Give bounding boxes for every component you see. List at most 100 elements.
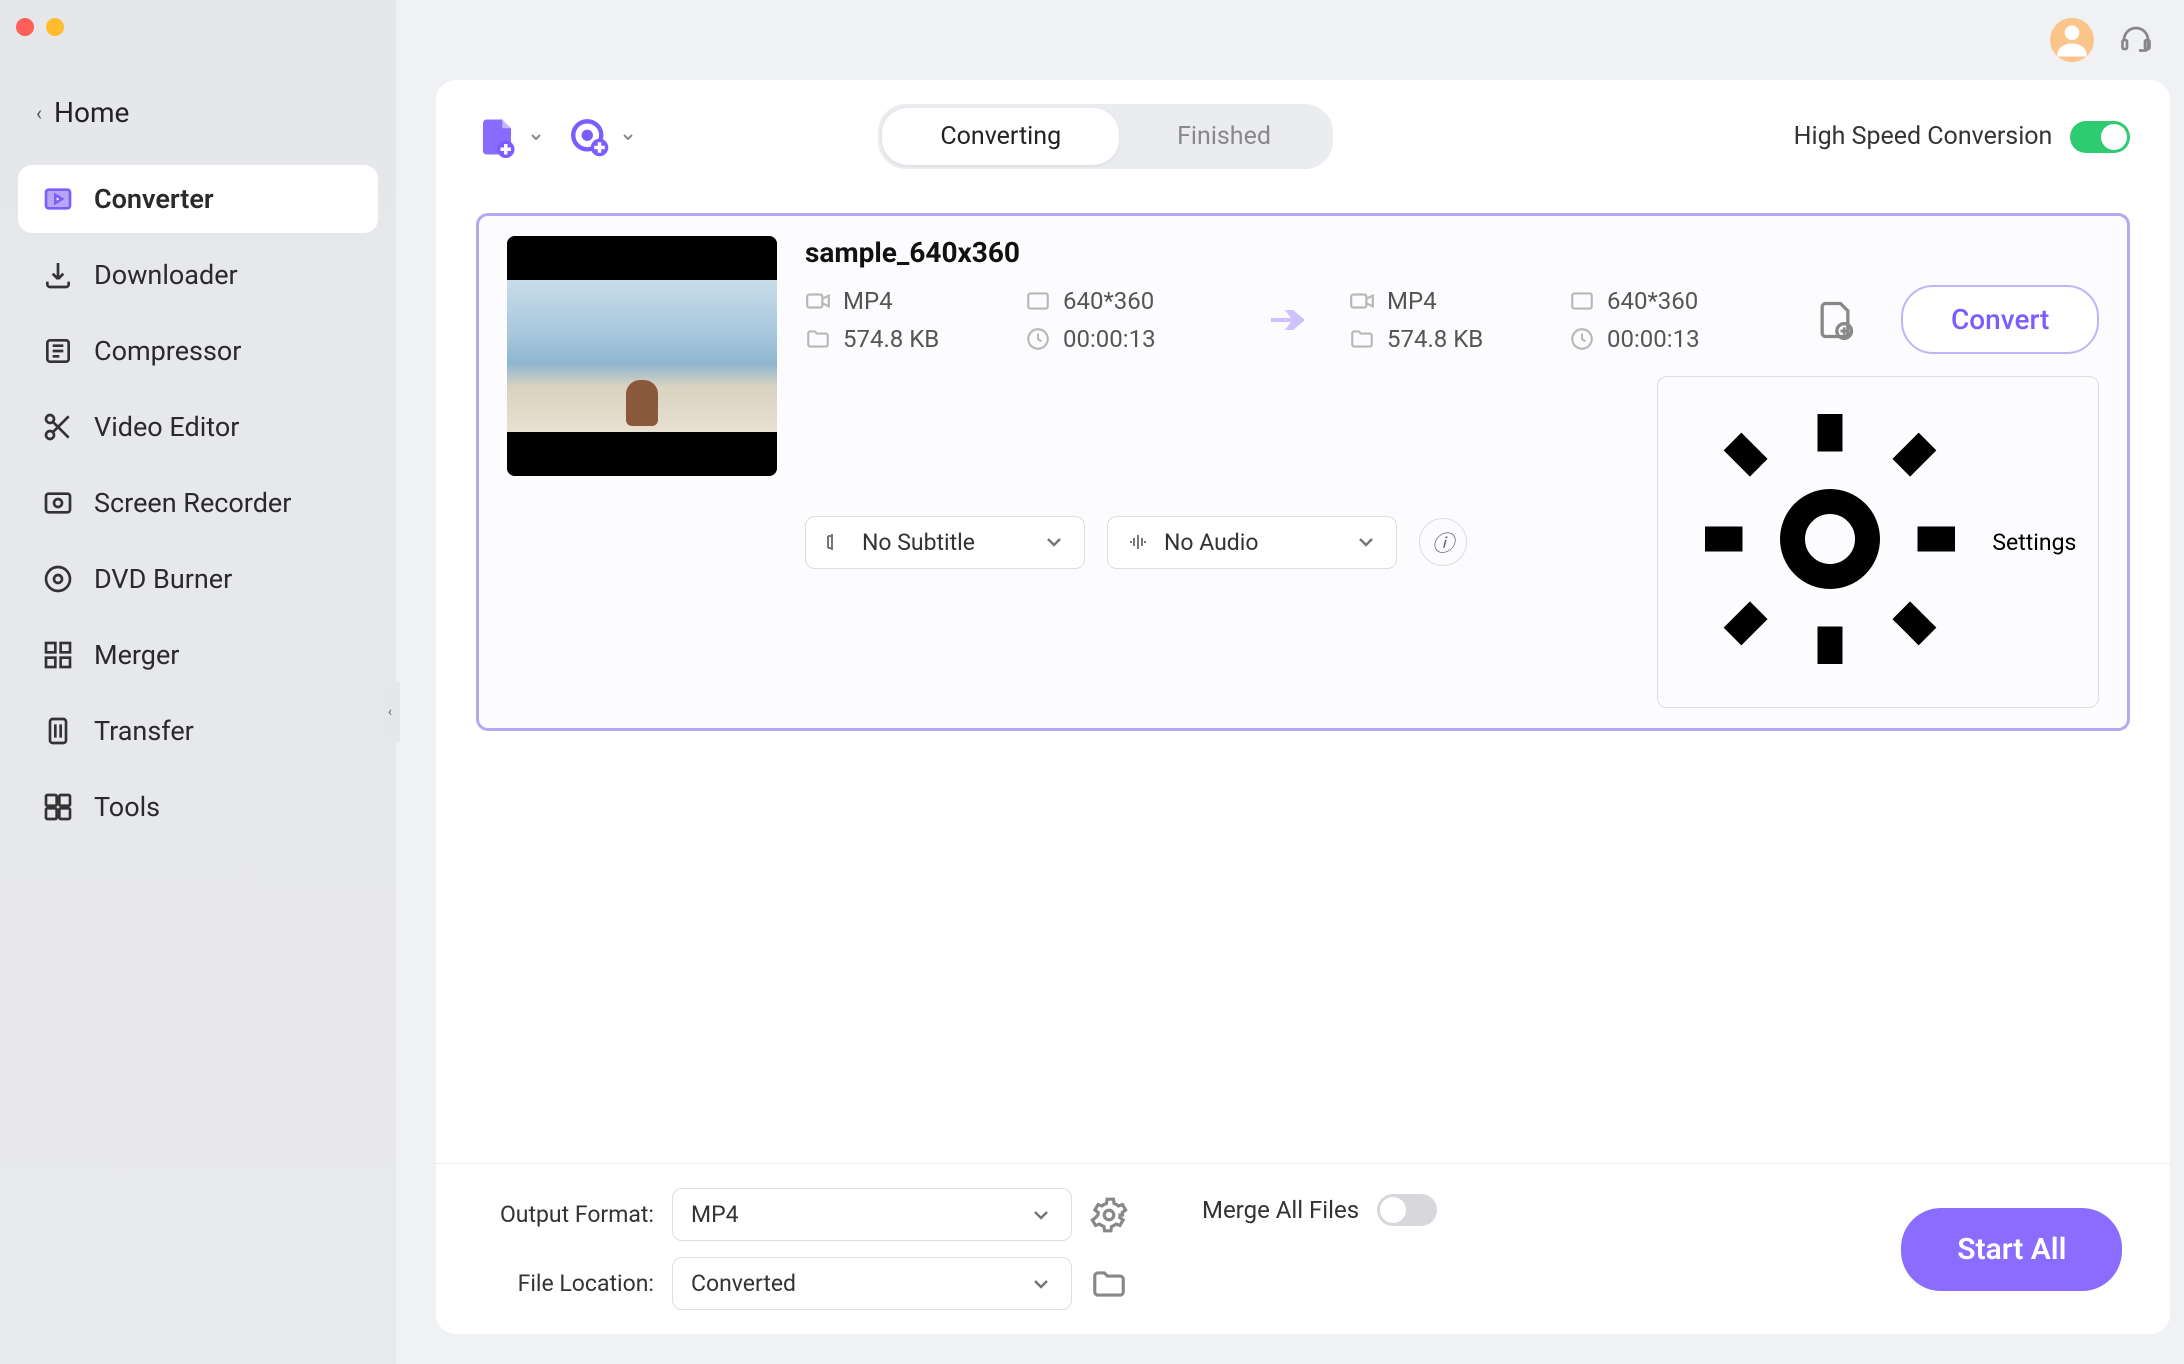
file-location-label: File Location: bbox=[484, 1270, 654, 1297]
status-tabs: Converting Finished bbox=[878, 104, 1333, 169]
target-size: 574.8 KB bbox=[1387, 325, 1483, 353]
output-format-label: Output Format: bbox=[484, 1201, 654, 1228]
chevron-down-icon bbox=[528, 129, 544, 145]
scissors-icon bbox=[42, 411, 74, 443]
folder-icon bbox=[805, 326, 831, 352]
target-info: MP4 640*360 574.8 KB 00:00:13 bbox=[1349, 287, 1769, 353]
user-avatar[interactable] bbox=[2050, 18, 2094, 62]
source-info: MP4 640*360 574.8 KB 00:00:13 bbox=[805, 287, 1225, 353]
source-duration: 00:00:13 bbox=[1063, 325, 1156, 353]
sidebar-item-merger[interactable]: Merger bbox=[18, 621, 378, 689]
output-format-value: MP4 bbox=[691, 1201, 739, 1228]
tools-icon bbox=[42, 791, 74, 823]
settings-label: Settings bbox=[1992, 529, 2076, 556]
sidebar-item-downloader[interactable]: Downloader bbox=[18, 241, 378, 309]
minimize-window-button[interactable] bbox=[46, 18, 64, 36]
sidebar-item-label: Merger bbox=[94, 639, 179, 671]
main-content: Converting Finished High Speed Conversio… bbox=[396, 0, 2184, 1364]
chevron-down-icon bbox=[1042, 530, 1066, 554]
chevron-left-icon: ‹ bbox=[388, 704, 392, 720]
high-speed-label: High Speed Conversion bbox=[1794, 122, 2053, 151]
merge-toggle[interactable] bbox=[1377, 1194, 1437, 1226]
sidebar-item-label: Converter bbox=[94, 183, 214, 215]
compressor-icon bbox=[42, 335, 74, 367]
recorder-icon bbox=[42, 487, 74, 519]
subtitle-dropdown[interactable]: No Subtitle bbox=[805, 516, 1085, 569]
sidebar-item-label: Tools bbox=[94, 791, 160, 823]
sidebar-item-label: Downloader bbox=[94, 259, 238, 291]
clock-icon bbox=[1569, 326, 1595, 352]
chevron-down-icon bbox=[1354, 530, 1378, 554]
target-format: MP4 bbox=[1387, 287, 1437, 315]
info-icon: ⓘ bbox=[1432, 526, 1454, 558]
close-window-button[interactable] bbox=[16, 18, 34, 36]
audio-dropdown[interactable]: No Audio bbox=[1107, 516, 1397, 569]
file-info-button[interactable]: ⓘ bbox=[1419, 518, 1467, 566]
sidebar-item-label: Transfer bbox=[94, 715, 194, 747]
sidebar-item-label: DVD Burner bbox=[94, 563, 232, 595]
sidebar-item-screen-recorder[interactable]: Screen Recorder bbox=[18, 469, 378, 537]
support-button[interactable] bbox=[2118, 22, 2154, 58]
add-disc-icon bbox=[568, 116, 610, 158]
sidebar-item-video-editor[interactable]: Video Editor bbox=[18, 393, 378, 461]
file-item[interactable]: sample_640x360 MP4 640*360 574.8 KB 00:0… bbox=[476, 213, 2130, 731]
person-icon bbox=[2050, 18, 2094, 62]
headset-icon bbox=[2118, 22, 2154, 58]
download-icon bbox=[42, 259, 74, 291]
disc-icon bbox=[42, 563, 74, 595]
sidebar-item-label: Compressor bbox=[94, 335, 241, 367]
add-file-icon bbox=[476, 116, 518, 158]
chevron-down-icon bbox=[1029, 1203, 1053, 1227]
file-name: sample_640x360 bbox=[805, 236, 2099, 269]
folder-icon bbox=[1349, 326, 1375, 352]
high-speed-toggle[interactable] bbox=[2070, 121, 2130, 153]
target-resolution: 640*360 bbox=[1607, 287, 1698, 315]
audio-value: No Audio bbox=[1164, 529, 1258, 556]
merger-icon bbox=[42, 639, 74, 671]
open-folder-button[interactable] bbox=[1090, 1265, 1128, 1303]
sidebar: ‹ Home Converter Downloader Compressor V… bbox=[0, 0, 396, 1364]
tab-finished[interactable]: Finished bbox=[1119, 108, 1329, 165]
sidebar-item-label: Video Editor bbox=[94, 411, 239, 443]
chevron-down-icon bbox=[1029, 1272, 1053, 1296]
source-resolution: 640*360 bbox=[1063, 287, 1154, 315]
tab-converting[interactable]: Converting bbox=[882, 108, 1119, 165]
chevron-left-icon: ‹ bbox=[36, 101, 42, 125]
clock-icon bbox=[1025, 326, 1051, 352]
output-settings-button[interactable] bbox=[1813, 298, 1857, 342]
gear-icon bbox=[1680, 389, 1980, 695]
video-icon bbox=[805, 288, 831, 314]
resolution-icon bbox=[1025, 288, 1051, 314]
add-disc-button[interactable] bbox=[568, 116, 636, 158]
file-location-value: Converted bbox=[691, 1270, 796, 1297]
start-all-button[interactable]: Start All bbox=[1901, 1208, 2122, 1291]
output-settings-gear-button[interactable] bbox=[1090, 1196, 1128, 1234]
sidebar-item-transfer[interactable]: Transfer bbox=[18, 697, 378, 765]
home-label: Home bbox=[54, 96, 129, 129]
sidebar-item-dvd-burner[interactable]: DVD Burner bbox=[18, 545, 378, 613]
subtitle-value: No Subtitle bbox=[862, 529, 975, 556]
sidebar-collapse-button[interactable]: ‹ bbox=[380, 682, 400, 742]
merge-label: Merge All Files bbox=[1202, 1196, 1359, 1224]
file-settings-button[interactable]: Settings bbox=[1657, 376, 2099, 708]
source-format: MP4 bbox=[843, 287, 893, 315]
arrow-right-icon bbox=[1263, 296, 1311, 344]
audio-icon bbox=[1126, 530, 1150, 554]
sidebar-item-tools[interactable]: Tools bbox=[18, 773, 378, 841]
subtitle-icon bbox=[824, 530, 848, 554]
source-size: 574.8 KB bbox=[843, 325, 939, 353]
home-link[interactable]: ‹ Home bbox=[0, 80, 396, 145]
add-file-button[interactable] bbox=[476, 116, 544, 158]
sidebar-item-label: Screen Recorder bbox=[94, 487, 291, 519]
sidebar-item-converter[interactable]: Converter bbox=[18, 165, 378, 233]
transfer-icon bbox=[42, 715, 74, 747]
output-format-dropdown[interactable]: MP4 bbox=[672, 1188, 1072, 1241]
bottom-bar: Output Format: MP4 File Location: Conver… bbox=[436, 1163, 2170, 1334]
file-location-dropdown[interactable]: Converted bbox=[672, 1257, 1072, 1310]
resolution-icon bbox=[1569, 288, 1595, 314]
video-icon bbox=[1349, 288, 1375, 314]
converter-icon bbox=[42, 183, 74, 215]
sidebar-item-compressor[interactable]: Compressor bbox=[18, 317, 378, 385]
video-thumbnail[interactable] bbox=[507, 236, 777, 476]
convert-button[interactable]: Convert bbox=[1901, 285, 2099, 354]
